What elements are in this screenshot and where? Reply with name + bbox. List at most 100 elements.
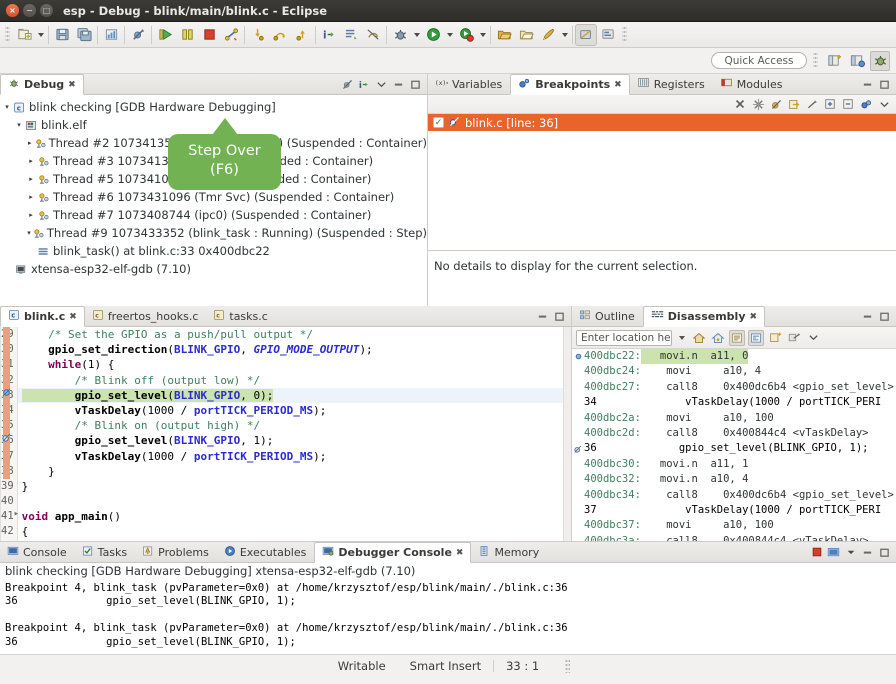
- open-resource-button[interactable]: [515, 24, 537, 46]
- tree-row-thread[interactable]: Thread #7 1073408744 (ipc0) (Suspended :…: [0, 206, 427, 224]
- tab-variables[interactable]: (x)= Variables: [428, 74, 510, 94]
- tab-tasks[interactable]: Tasks: [75, 542, 135, 562]
- link-icon[interactable]: [804, 96, 820, 112]
- external-tools-button[interactable]: [455, 24, 477, 46]
- instruction-step-icon[interactable]: i: [357, 77, 372, 92]
- link-editor-icon[interactable]: [786, 330, 802, 346]
- suspend-button[interactable]: [176, 24, 198, 46]
- code-line[interactable]: /* Blink off (output low) */: [18, 373, 571, 388]
- disassembly-source-row[interactable]: 34 vTaskDelay(1000 / portTICK_PERI: [572, 395, 896, 410]
- code-line[interactable]: }: [18, 464, 571, 479]
- disassembly-row[interactable]: 400dbc27: call8 0x400dc6b4 <gpio_set_lev…: [572, 380, 896, 395]
- disassembly-row[interactable]: 400dbc24: movi a10, 4: [572, 364, 896, 379]
- display-console-icon[interactable]: [826, 545, 841, 560]
- code-line[interactable]: }: [18, 479, 571, 494]
- tab-outline[interactable]: Outline: [572, 306, 643, 326]
- skip-all-breakpoints-icon[interactable]: [340, 77, 355, 92]
- step-return-button[interactable]: [291, 24, 313, 46]
- perspective-bar-grip[interactable]: [813, 52, 818, 69]
- tab-problems[interactable]: Problems: [135, 542, 217, 562]
- tree-row-stackframe[interactable]: blink_task() at blink.c:33 0x400dbc22: [0, 242, 427, 260]
- code-line[interactable]: /* Set the GPIO as a push/pull output */: [18, 327, 571, 342]
- disassembly-row[interactable]: 400dbc2d: call8 0x400844c4 <vTaskDelay>: [572, 426, 896, 441]
- search-button[interactable]: [537, 24, 559, 46]
- code-line[interactable]: [18, 494, 571, 509]
- maximize-icon[interactable]: [552, 309, 567, 324]
- minimize-icon[interactable]: [391, 77, 406, 92]
- disassembly-body[interactable]: 400dbc22: movi.n a11, 0 400dbc24: movi a…: [572, 349, 896, 541]
- twisty-icon[interactable]: [26, 139, 34, 147]
- source-code-area[interactable]: 29 30 31 32 33 34 35 36 37 38 39 40 41 4…: [0, 327, 571, 541]
- tab-modules[interactable]: Modules: [713, 74, 791, 94]
- view-menu-chevron-down-icon[interactable]: [876, 96, 892, 112]
- twisty-icon[interactable]: [26, 193, 36, 201]
- tree-row-gdb-process[interactable]: xtensa-esp32-elf-gdb (7.10): [0, 260, 427, 278]
- tab-breakpoints-close-icon[interactable]: ✖: [614, 80, 622, 90]
- disconnect-button[interactable]: [220, 24, 242, 46]
- save-button[interactable]: [51, 24, 73, 46]
- twisty-icon[interactable]: [26, 157, 36, 165]
- new-wizard-dropdown[interactable]: [35, 24, 46, 46]
- drop-to-frame-button[interactable]: [340, 24, 362, 46]
- perspective-debug-button[interactable]: [870, 51, 890, 71]
- new-wizard-button[interactable]: [13, 24, 35, 46]
- code-line[interactable]: /* Blink on (output high) */: [18, 418, 571, 433]
- goto-pc-icon[interactable]: [710, 330, 726, 346]
- save-all-button[interactable]: [73, 24, 95, 46]
- open-perspective-button[interactable]: [824, 51, 844, 71]
- minimize-icon[interactable]: [860, 309, 875, 324]
- disassembly-row[interactable]: 400dbc22: movi.n a11, 0: [572, 349, 896, 364]
- disassembly-row[interactable]: 400dbc32: movi.n a10, 4: [572, 472, 896, 487]
- mark-occurrences-button[interactable]: [597, 24, 619, 46]
- run-button[interactable]: [422, 24, 444, 46]
- toolbar-grip-end[interactable]: [622, 26, 627, 43]
- code-line-current[interactable]: gpio_set_level(BLINK_GPIO, 0);: [18, 388, 571, 403]
- disassembly-source-row[interactable]: 37 vTaskDelay(1000 / portTICK_PERI: [572, 503, 896, 518]
- external-tools-dropdown[interactable]: [477, 24, 488, 46]
- run-dropdown[interactable]: [444, 24, 455, 46]
- disassembly-row[interactable]: 400dbc30: movi.n a11, 1: [572, 457, 896, 472]
- minimize-icon[interactable]: [535, 309, 550, 324]
- instruction-stepping-button[interactable]: i: [318, 24, 340, 46]
- location-input[interactable]: Enter location here: [576, 330, 672, 346]
- step-over-button[interactable]: [269, 24, 291, 46]
- new-view-icon[interactable]: [767, 330, 783, 346]
- location-dropdown-chevron-down-icon[interactable]: [675, 330, 688, 346]
- tab-debug-close-icon[interactable]: ✖: [68, 80, 76, 90]
- maximize-icon[interactable]: [877, 545, 892, 560]
- disassembly-source-row[interactable]: 36 gpio_set_level(BLINK_GPIO, 1);: [572, 441, 896, 456]
- debug-button[interactable]: [389, 24, 411, 46]
- toolbar-grip[interactable]: [5, 26, 10, 43]
- tab-freertos-hooks-c[interactable]: c freertos_hooks.c: [85, 306, 207, 326]
- build-all-button[interactable]: [100, 24, 122, 46]
- working-sets-icon[interactable]: [858, 96, 874, 112]
- skip-all-breakpoints-button[interactable]: [127, 24, 149, 46]
- code-line[interactable]: gpio_set_direction(BLINK_GPIO, GPIO_MODE…: [18, 342, 571, 357]
- code-line[interactable]: while(1) {: [18, 357, 571, 372]
- maximize-icon[interactable]: [408, 77, 423, 92]
- tab-executables[interactable]: Executables: [217, 542, 315, 562]
- twisty-icon[interactable]: [26, 211, 36, 219]
- breakpoint-checkbox[interactable]: ✓: [433, 117, 444, 128]
- tree-row-thread[interactable]: Thread #6 1073431096 (Tmr Svc) (Suspende…: [0, 188, 427, 206]
- window-maximize-button[interactable]: □: [40, 4, 53, 17]
- maximize-icon[interactable]: [877, 77, 892, 92]
- debug-dropdown[interactable]: [411, 24, 422, 46]
- collapse-all-icon[interactable]: [840, 96, 856, 112]
- tab-tasks-c[interactable]: c tasks.c: [206, 306, 275, 326]
- editor-annotation-bar[interactable]: [0, 327, 1, 541]
- console-output[interactable]: Breakpoint 4, blink_task (pvParameter=0x…: [0, 579, 896, 654]
- status-resize-grip[interactable]: [565, 659, 570, 673]
- disassembly-row[interactable]: 400dbc2a: movi a10, 100: [572, 411, 896, 426]
- disassembly-row[interactable]: 400dbc37: movi a10, 100: [572, 518, 896, 533]
- window-minimize-button[interactable]: −: [23, 4, 36, 17]
- tab-breakpoints[interactable]: Breakpoints ✖: [510, 74, 629, 95]
- terminate-red-icon[interactable]: [809, 545, 824, 560]
- code-line[interactable]: void app_main(): [18, 509, 571, 524]
- disassembly-row[interactable]: 400dbc3a: call8 0x400844c4 <vTaskDelay>: [572, 534, 896, 541]
- twisty-icon[interactable]: [26, 175, 36, 183]
- tab-debugger-console-close-icon[interactable]: ✖: [456, 548, 464, 558]
- tab-disassembly[interactable]: Disassembly ✖: [643, 306, 765, 327]
- console-dropdown-chevron-down-icon[interactable]: [843, 545, 858, 560]
- use-step-filters-button[interactable]: [362, 24, 384, 46]
